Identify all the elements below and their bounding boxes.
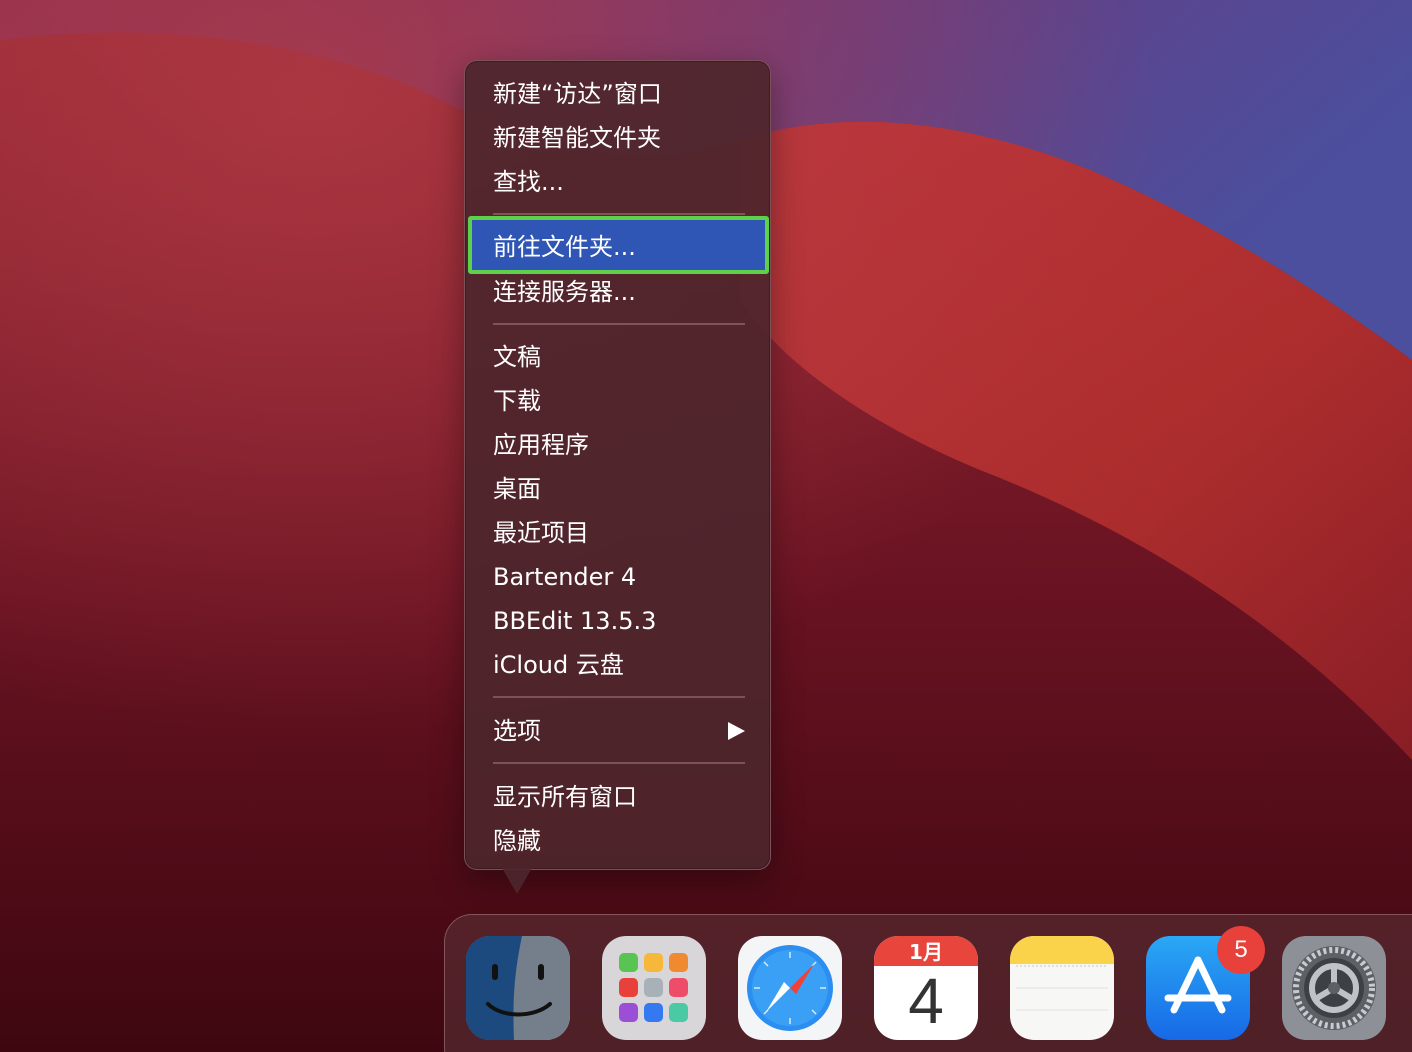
calendar-icon[interactable]: 1月 4	[874, 936, 978, 1040]
submenu-arrow-icon	[728, 722, 745, 740]
menu-item-applications[interactable]: 应用程序	[493, 425, 745, 465]
menu-item-label: 前往文件夹...	[493, 233, 636, 261]
menu-item-go-to-folder[interactable]: 前往文件夹...	[493, 227, 745, 267]
menu-item-find[interactable]: 查找...	[493, 162, 745, 202]
menu-item-label: 新建“访达”窗口	[493, 80, 662, 108]
menu-item-show-all-windows[interactable]: 显示所有窗口	[493, 777, 745, 817]
menu-item-new-finder-window[interactable]: 新建“访达”窗口	[493, 74, 745, 114]
menu-item-label: BBEdit 13.5.3	[493, 607, 657, 635]
finder-icon[interactable]	[466, 936, 570, 1040]
gear-icon[interactable]	[1282, 936, 1386, 1040]
menu-item-downloads[interactable]: 下载	[493, 381, 745, 421]
launchpad-icon[interactable]	[602, 936, 706, 1040]
menu-separator	[493, 696, 745, 698]
menu-item-label: 查找...	[493, 168, 564, 196]
menu-item-bartender[interactable]: Bartender 4	[493, 557, 745, 597]
menu-item-label: 连接服务器...	[493, 278, 636, 306]
menu-pointer	[502, 868, 532, 894]
menu-item-new-smart-folder[interactable]: 新建智能文件夹	[493, 118, 745, 158]
safari-icon[interactable]	[738, 936, 842, 1040]
menu-item-label: 新建智能文件夹	[493, 124, 661, 152]
menu-item-options[interactable]: 选项	[493, 711, 745, 751]
menu-item-label: 应用程序	[493, 431, 589, 459]
menu-item-label: 桌面	[493, 475, 541, 503]
menu-item-icloud-drive[interactable]: iCloud 云盘	[493, 645, 745, 685]
menu-item-desktop[interactable]: 桌面	[493, 469, 745, 509]
menu-item-bbedit[interactable]: BBEdit 13.5.3	[493, 601, 745, 641]
menu-separator	[493, 323, 745, 325]
calendar-day: 4	[908, 965, 944, 1037]
menu-item-label: 最近项目	[493, 519, 589, 547]
notification-badge: 5	[1217, 926, 1265, 974]
menu-separator	[493, 213, 745, 215]
menu-item-documents[interactable]: 文稿	[493, 337, 745, 377]
menu-item-label: 隐藏	[493, 827, 541, 855]
menu-item-label: 下载	[493, 387, 541, 415]
menu-item-recents[interactable]: 最近项目	[493, 513, 745, 553]
menu-item-connect-to-server[interactable]: 连接服务器...	[493, 272, 745, 312]
menu-item-label: 显示所有窗口	[493, 783, 637, 811]
menu-item-label: 文稿	[493, 343, 541, 371]
notes-icon[interactable]	[1010, 936, 1114, 1040]
dock-context-menu: 新建“访达”窗口 新建智能文件夹 查找... 前往文件夹... 连接服务器...…	[464, 60, 771, 870]
menu-separator	[493, 762, 745, 764]
menu-item-label: iCloud 云盘	[493, 651, 624, 679]
menu-item-hide[interactable]: 隐藏	[493, 821, 745, 861]
menu-item-label: Bartender 4	[493, 563, 637, 591]
menu-item-label: 选项	[493, 717, 541, 745]
